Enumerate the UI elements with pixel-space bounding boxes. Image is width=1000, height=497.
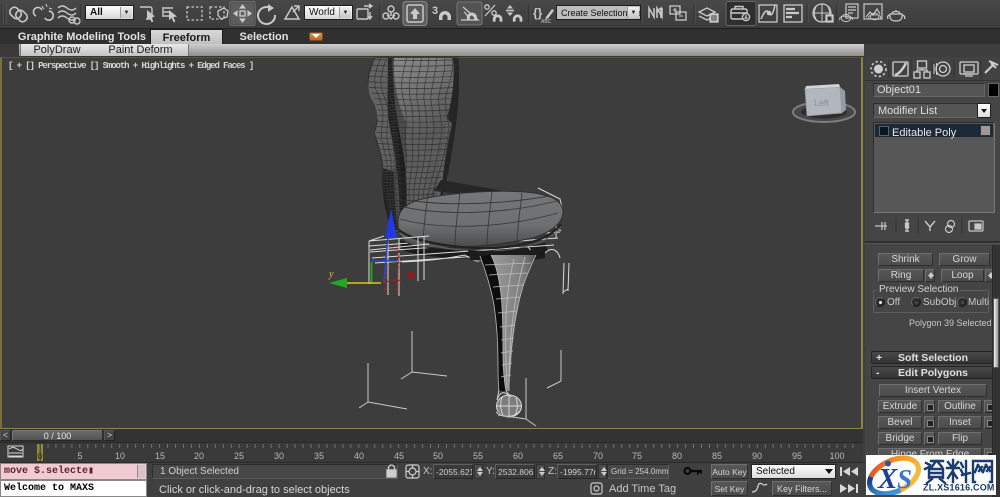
svg-text:y: y <box>328 269 334 280</box>
svg-text:30: 30 <box>274 451 284 461</box>
svg-text:65: 65 <box>553 451 563 461</box>
svg-text:20: 20 <box>194 451 204 461</box>
svg-text:25: 25 <box>234 451 244 461</box>
svg-text:Left: Left <box>814 98 830 108</box>
svg-text:{}: {} <box>533 6 543 20</box>
svg-text:45: 45 <box>394 451 404 461</box>
svg-text:5: 5 <box>77 451 82 461</box>
svg-text:ABC: ABC <box>541 19 552 25</box>
svg-text:S: S <box>897 464 912 494</box>
svg-text:55: 55 <box>473 451 483 461</box>
svg-text:50: 50 <box>433 451 443 461</box>
svg-text:0: 0 <box>38 452 43 461</box>
svg-text:35: 35 <box>314 451 324 461</box>
svg-text:85: 85 <box>712 451 722 461</box>
svg-text:X: X <box>877 463 898 495</box>
svg-text:ZL.XS1616.COM: ZL.XS1616.COM <box>923 483 995 493</box>
svg-text:15: 15 <box>155 451 165 461</box>
svg-text:10: 10 <box>115 451 125 461</box>
svg-text:40: 40 <box>354 451 364 461</box>
svg-text:70: 70 <box>593 451 603 461</box>
svg-text:60: 60 <box>513 451 523 461</box>
svg-text:100: 100 <box>829 451 844 461</box>
svg-text:3: 3 <box>432 5 438 17</box>
svg-text:90: 90 <box>752 451 762 461</box>
svg-text:75: 75 <box>632 451 642 461</box>
svg-text:95: 95 <box>792 451 802 461</box>
svg-text:80: 80 <box>672 451 682 461</box>
